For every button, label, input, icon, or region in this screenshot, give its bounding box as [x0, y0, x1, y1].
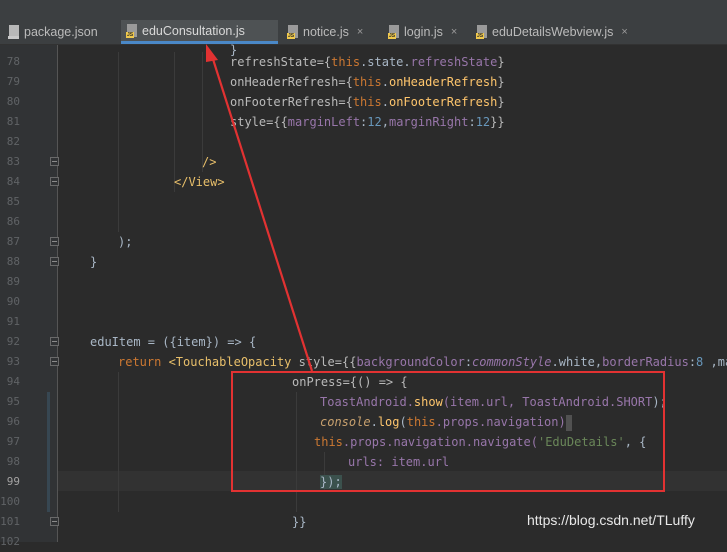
watermark: https://blog.csdn.net/TLuffy [527, 512, 695, 528]
annotation-arrow [206, 44, 314, 372]
